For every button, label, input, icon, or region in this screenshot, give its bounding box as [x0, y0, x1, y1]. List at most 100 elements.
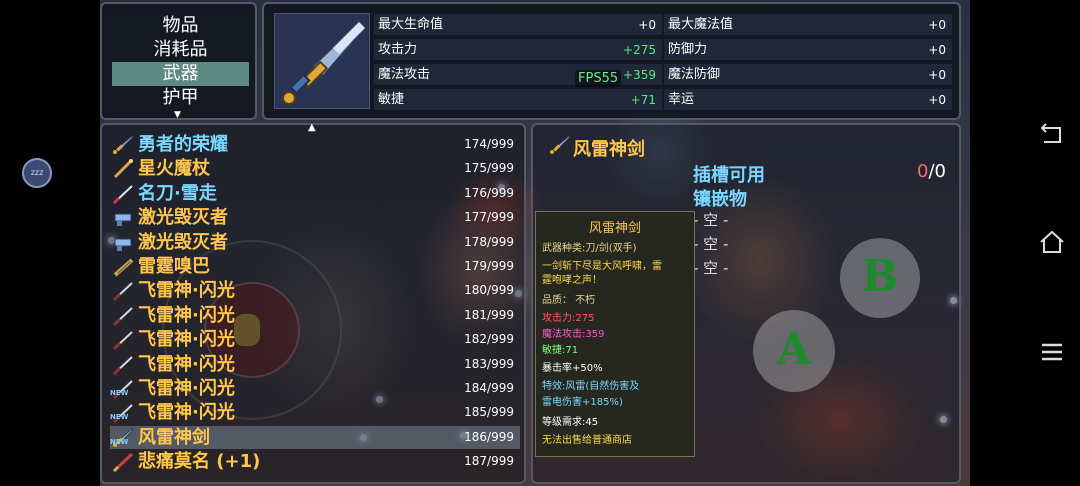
weapon-list-item[interactable]: 飞雷神·闪光 180/999: [110, 279, 520, 302]
item-count: 176/999: [464, 185, 514, 200]
category-weapons[interactable]: 武器: [112, 62, 249, 86]
tooltip-desc-1: 一剑斩下尽是大风呼啸，雷: [542, 261, 662, 272]
stat-value: +0: [928, 68, 946, 82]
weapon-list-item[interactable]: 勇者的荣耀 174/999: [110, 133, 520, 156]
tooltip-special-1: 特效:风雷(自然伤害及: [542, 381, 640, 392]
stat-max-mp: 最大魔法值 +0: [664, 14, 952, 36]
item-count: 185/999: [464, 405, 514, 420]
category-items[interactable]: 物品: [112, 14, 249, 38]
wand-icon: [113, 159, 133, 179]
laser-gun-icon: [114, 213, 132, 227]
new-badge: NEW: [110, 389, 129, 397]
fps-counter: FPS55: [575, 70, 622, 87]
item-name: 激光毁灭者: [138, 231, 228, 253]
stat-value: +0: [928, 43, 946, 57]
sword-icon: [550, 135, 571, 154]
item-name: 飞雷神·闪光: [138, 304, 235, 326]
item-count: 174/999: [464, 137, 514, 151]
item-count: 178/999: [464, 234, 514, 249]
tooltip-desc-2: 霆咆哮之声！: [542, 275, 602, 286]
weapon-list: ▲ 勇者的荣耀 174/999 星火魔杖 175/999 名刀·雪走 176/999 激光毁…: [100, 122, 526, 484]
category-consumables[interactable]: 消耗品: [112, 38, 249, 62]
stat-label: 魔法攻击: [378, 67, 431, 82]
gun-icon: [113, 258, 134, 277]
detail-title: 风雷神剑: [573, 139, 645, 160]
stats-panel: 最大生命值 +0 攻击力 +275 魔法攻击 +359 敏捷 +71 最大魔法值…: [262, 2, 961, 120]
empty-slot-1[interactable]: - 空 -: [693, 209, 728, 230]
category-armor[interactable]: 护甲: [112, 86, 249, 110]
kunai-icon: [112, 307, 133, 326]
item-count: 187/999: [464, 454, 514, 469]
weapon-list-item[interactable]: 名刀·雪走 176/999: [110, 182, 520, 205]
tooltip-crit: 暴击率+50%: [542, 363, 603, 374]
item-name: 名刀·雪走: [138, 182, 217, 204]
stat-label: 攻击力: [378, 42, 418, 57]
empty-slot-3[interactable]: - 空 -: [693, 257, 728, 278]
back-icon[interactable]: [1038, 120, 1066, 148]
weapon-list-item[interactable]: 飞雷神·闪光 181/999: [110, 304, 520, 327]
stat-value: +0: [638, 18, 656, 32]
weapon-list-item[interactable]: 雷霆嗅巴 179/999: [110, 255, 520, 278]
item-name: 飞雷神·闪光: [138, 353, 235, 375]
weapon-list-item[interactable]: 星火魔杖 175/999: [110, 157, 520, 180]
stat-magic-defense: 魔法防御 +0: [664, 64, 952, 86]
stat-label: 最大魔法值: [668, 17, 734, 32]
weapon-list-item[interactable]: 飞雷神·闪光 183/999: [110, 353, 520, 376]
stat-max-hp: 最大生命值 +0: [374, 14, 662, 36]
stat-label: 防御力: [668, 42, 708, 57]
kunai-icon: [112, 331, 133, 351]
weapon-list-item[interactable]: NEW 飞雷神·闪光 185/999: [110, 401, 520, 424]
a-button[interactable]: A: [753, 310, 835, 392]
scroll-up-arrow-icon[interactable]: ▲: [308, 122, 316, 133]
sleep-badge[interactable]: zzz: [22, 158, 52, 188]
slot-available-label: 插槽可用: [693, 165, 765, 186]
weapon-list-item[interactable]: 飞雷神·闪光 182/999: [110, 328, 520, 351]
kunai-icon: [112, 282, 133, 302]
stat-label: 魔法防御: [668, 67, 721, 82]
weapon-list-item[interactable]: 激光毁灭者 177/999: [110, 206, 520, 229]
home-icon[interactable]: [1038, 228, 1066, 256]
item-name: 飞雷神·闪光: [138, 329, 235, 351]
weapon-preview: [274, 13, 370, 109]
item-tooltip: 风雷神剑 武器种类:刀/剑(双手) 一剑斩下尽是大风呼啸，雷 霆咆哮之声！ 品质…: [535, 211, 695, 457]
item-count: 183/999: [464, 356, 514, 371]
red-blade-icon: [112, 453, 134, 473]
laser-gun-icon: [114, 238, 132, 251]
stat-attack: 攻击力 +275: [374, 39, 662, 61]
slot-used: 0: [917, 161, 929, 182]
stat-value: +275: [623, 43, 656, 57]
tooltip-title: 风雷神剑: [588, 221, 641, 236]
item-name: 飞雷神·闪光: [138, 280, 235, 302]
stat-value: +71: [630, 93, 656, 107]
item-count: 186/999: [464, 429, 514, 444]
tooltip-agility: 敏捷:71: [542, 345, 579, 356]
b-button[interactable]: B: [840, 238, 920, 318]
menu-icon[interactable]: [1038, 338, 1066, 366]
item-count: 180/999: [464, 283, 514, 298]
stat-label: 最大生命值: [378, 17, 444, 32]
weapon-list-item[interactable]: NEW 飞雷神·闪光 184/999: [110, 377, 520, 400]
item-name: 风雷神剑: [138, 426, 210, 448]
stat-label: 敏捷: [378, 92, 405, 107]
tooltip-special-2: 雷电伤害+185%): [542, 397, 623, 408]
sword-icon: [113, 135, 134, 154]
stat-defense: 防御力 +0: [664, 39, 952, 61]
empty-slot-2[interactable]: - 空 -: [693, 233, 728, 254]
item-count: 177/999: [464, 210, 514, 225]
item-name: 飞雷神·闪光: [138, 402, 235, 424]
scroll-down-arrow-icon[interactable]: ▼: [174, 110, 181, 120]
stat-agility: 敏捷 +71: [374, 89, 662, 111]
slot-total: /0: [928, 161, 946, 182]
weapon-list-item[interactable]: 激光毁灭者 178/999: [110, 231, 520, 254]
item-count: 184/999: [464, 381, 514, 395]
item-name: 激光毁灭者: [138, 207, 228, 229]
tooltip-magic-attack: 魔法攻击:359: [542, 329, 605, 340]
weapon-list-item[interactable]: NEW 风雷神剑 186/999: [110, 425, 520, 449]
category-menu: 物品 消耗品 武器 护甲 ▼: [100, 2, 257, 120]
stat-value: +0: [928, 93, 946, 107]
item-count: 181/999: [464, 307, 514, 322]
weapon-list-item[interactable]: 悲痛莫名 (+1) 187/999: [110, 450, 520, 473]
item-count: 179/999: [464, 259, 514, 273]
item-count: 175/999: [464, 161, 514, 176]
tooltip-attack: 攻击力:275: [542, 313, 595, 324]
